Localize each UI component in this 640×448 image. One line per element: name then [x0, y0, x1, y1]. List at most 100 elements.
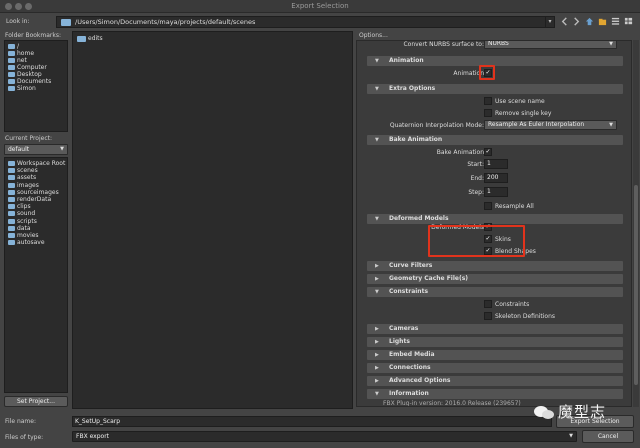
- wechat-logo-icon: [542, 410, 554, 419]
- section-bake-animation[interactable]: ▼ Bake Animation: [367, 135, 623, 145]
- folder-icon: [8, 51, 15, 56]
- quaternion-mode-row: Quaternion Interpolation Mode: Resample …: [357, 120, 631, 131]
- look-in-row: Look in: /Users/Simon/Documents/maya/pro…: [0, 13, 640, 31]
- folder-icon: [8, 161, 15, 166]
- section-extra-options[interactable]: ▼ Extra Options: [367, 84, 623, 94]
- project-folder-item[interactable]: assets: [5, 174, 67, 181]
- current-project-label: Current Project:: [5, 135, 52, 142]
- folder-icon: [8, 232, 15, 238]
- section-connections[interactable]: ▶ Connections: [367, 363, 623, 373]
- section-animation[interactable]: ▼ Animation: [367, 56, 623, 66]
- bookmark-item[interactable]: Simon: [5, 85, 67, 92]
- convert-nurbs-label: Convert NURBS surface to:: [403, 41, 484, 48]
- section-lights[interactable]: ▶ Lights: [367, 337, 623, 347]
- folder-icon: [8, 211, 15, 217]
- constraints-label: Constraints: [495, 301, 530, 308]
- start-field[interactable]: 1: [484, 159, 508, 169]
- start-row: Start: 1: [357, 159, 631, 170]
- forward-arrow-icon[interactable]: [572, 17, 581, 26]
- bookmark-item[interactable]: Desktop: [5, 71, 67, 78]
- folder-icon: [8, 79, 15, 84]
- project-folder-item[interactable]: renderData: [5, 196, 67, 203]
- project-folder-item[interactable]: movies: [5, 232, 67, 239]
- files-of-type-select[interactable]: FBX export ▼: [72, 431, 577, 442]
- remove-single-key-row: Remove single key: [357, 108, 631, 119]
- options-scroll-area[interactable]: Convert NURBS surface to: NURBS ▼ ▼ Animat…: [356, 40, 632, 407]
- end-row: End: 200: [357, 173, 631, 184]
- new-folder-icon[interactable]: [598, 17, 607, 26]
- convert-nurbs-select[interactable]: NURBS ▼: [484, 41, 617, 49]
- computer-icon: [8, 65, 15, 70]
- bookmark-item[interactable]: home: [5, 50, 67, 57]
- project-folder-item[interactable]: images: [5, 182, 67, 189]
- scrollbar-thumb[interactable]: [634, 185, 638, 385]
- chevron-down-icon: ▼: [609, 122, 613, 128]
- expand-triangle-icon: ▶: [375, 365, 379, 371]
- use-scene-name-row: Use scene name: [357, 96, 631, 107]
- project-folder-item[interactable]: Workspace Root: [5, 160, 67, 167]
- look-in-path-field[interactable]: /Users/Simon/Documents/maya/projects/def…: [56, 16, 549, 28]
- resample-all-checkbox[interactable]: [484, 202, 492, 210]
- quaternion-mode-select[interactable]: Resample As Euler Interpolation ▼: [484, 120, 617, 130]
- end-field[interactable]: 200: [484, 173, 508, 183]
- section-constraints[interactable]: ▼ Constraints: [367, 287, 623, 297]
- project-folder-item[interactable]: data: [5, 225, 67, 232]
- up-folder-icon[interactable]: [585, 17, 594, 26]
- use-scene-name-label: Use scene name: [495, 98, 545, 105]
- constraints-checkbox[interactable]: [484, 300, 492, 308]
- watermark-text: 魔型志: [558, 403, 607, 421]
- project-folder-item[interactable]: scripts: [5, 218, 67, 225]
- folder-icon: [8, 196, 15, 202]
- options-scrollbar[interactable]: [633, 40, 639, 407]
- bookmark-item[interactable]: Computer: [5, 64, 67, 71]
- file-name-label: File name:: [5, 418, 36, 425]
- look-in-path: /Users/Simon/Documents/maya/projects/def…: [75, 18, 256, 26]
- resample-all-row: Resample All: [357, 201, 631, 212]
- options-title: Options...: [359, 32, 388, 39]
- project-folder-item[interactable]: autosave: [5, 239, 67, 246]
- current-project-select[interactable]: default ▼: [4, 144, 68, 155]
- window-title: Export Selection: [291, 2, 349, 10]
- cancel-button[interactable]: Cancel: [582, 430, 634, 443]
- detail-view-icon[interactable]: [624, 17, 633, 26]
- title-bar: Export Selection: [0, 0, 640, 13]
- file-name-input[interactable]: K_SetUp_Scarp: [72, 416, 552, 427]
- section-curve-filters[interactable]: ▶ Curve Filters: [367, 261, 623, 271]
- skeleton-definitions-checkbox[interactable]: [484, 312, 492, 320]
- remove-single-key-checkbox[interactable]: [484, 109, 492, 117]
- look-in-dropdown-button[interactable]: ▾: [545, 16, 555, 28]
- info-text: FBX Plug-in version: 2016.0 Release (239…: [383, 400, 521, 407]
- project-folders-list[interactable]: Workspace Root scenes assets images sour…: [4, 157, 68, 393]
- remove-single-key-label: Remove single key: [495, 110, 552, 117]
- file-list[interactable]: edits: [72, 31, 353, 409]
- file-item-edits[interactable]: edits: [77, 35, 103, 43]
- collapse-triangle-icon: ▼: [375, 391, 379, 397]
- step-field[interactable]: 1: [484, 187, 508, 197]
- project-folder-item[interactable]: sourceimages: [5, 189, 67, 196]
- folder-icon: [8, 189, 15, 195]
- bookmark-item[interactable]: /: [5, 43, 67, 50]
- resample-all-label: Resample All: [495, 203, 534, 210]
- chevron-down-icon: ▼: [569, 433, 573, 439]
- back-arrow-icon[interactable]: [560, 17, 569, 26]
- section-cameras[interactable]: ▶ Cameras: [367, 324, 623, 334]
- bookmark-item[interactable]: Documents: [5, 78, 67, 85]
- list-view-icon[interactable]: [611, 17, 620, 26]
- use-scene-name-checkbox[interactable]: [484, 97, 492, 105]
- expand-triangle-icon: ▶: [375, 378, 379, 384]
- bake-animation-checkbox[interactable]: ✓: [484, 148, 492, 156]
- bookmarks-list[interactable]: / home net Computer Desktop Documents Si…: [4, 40, 68, 132]
- section-advanced-options[interactable]: ▶ Advanced Options: [367, 376, 623, 386]
- folder-icon: [8, 182, 15, 188]
- collapse-triangle-icon: ▼: [375, 289, 379, 295]
- folder-icon: [61, 19, 71, 26]
- section-information[interactable]: ▼ Information: [367, 389, 623, 399]
- project-folder-item[interactable]: scenes: [5, 167, 67, 174]
- section-geometry-cache[interactable]: ▶ Geometry Cache File(s): [367, 274, 623, 284]
- project-folder-item[interactable]: clips: [5, 203, 67, 210]
- folder-icon: [8, 44, 15, 49]
- project-folder-item[interactable]: sound: [5, 210, 67, 217]
- set-project-button[interactable]: Set Project...: [4, 396, 68, 407]
- section-embed-media[interactable]: ▶ Embed Media: [367, 350, 623, 360]
- bookmark-item[interactable]: net: [5, 57, 67, 64]
